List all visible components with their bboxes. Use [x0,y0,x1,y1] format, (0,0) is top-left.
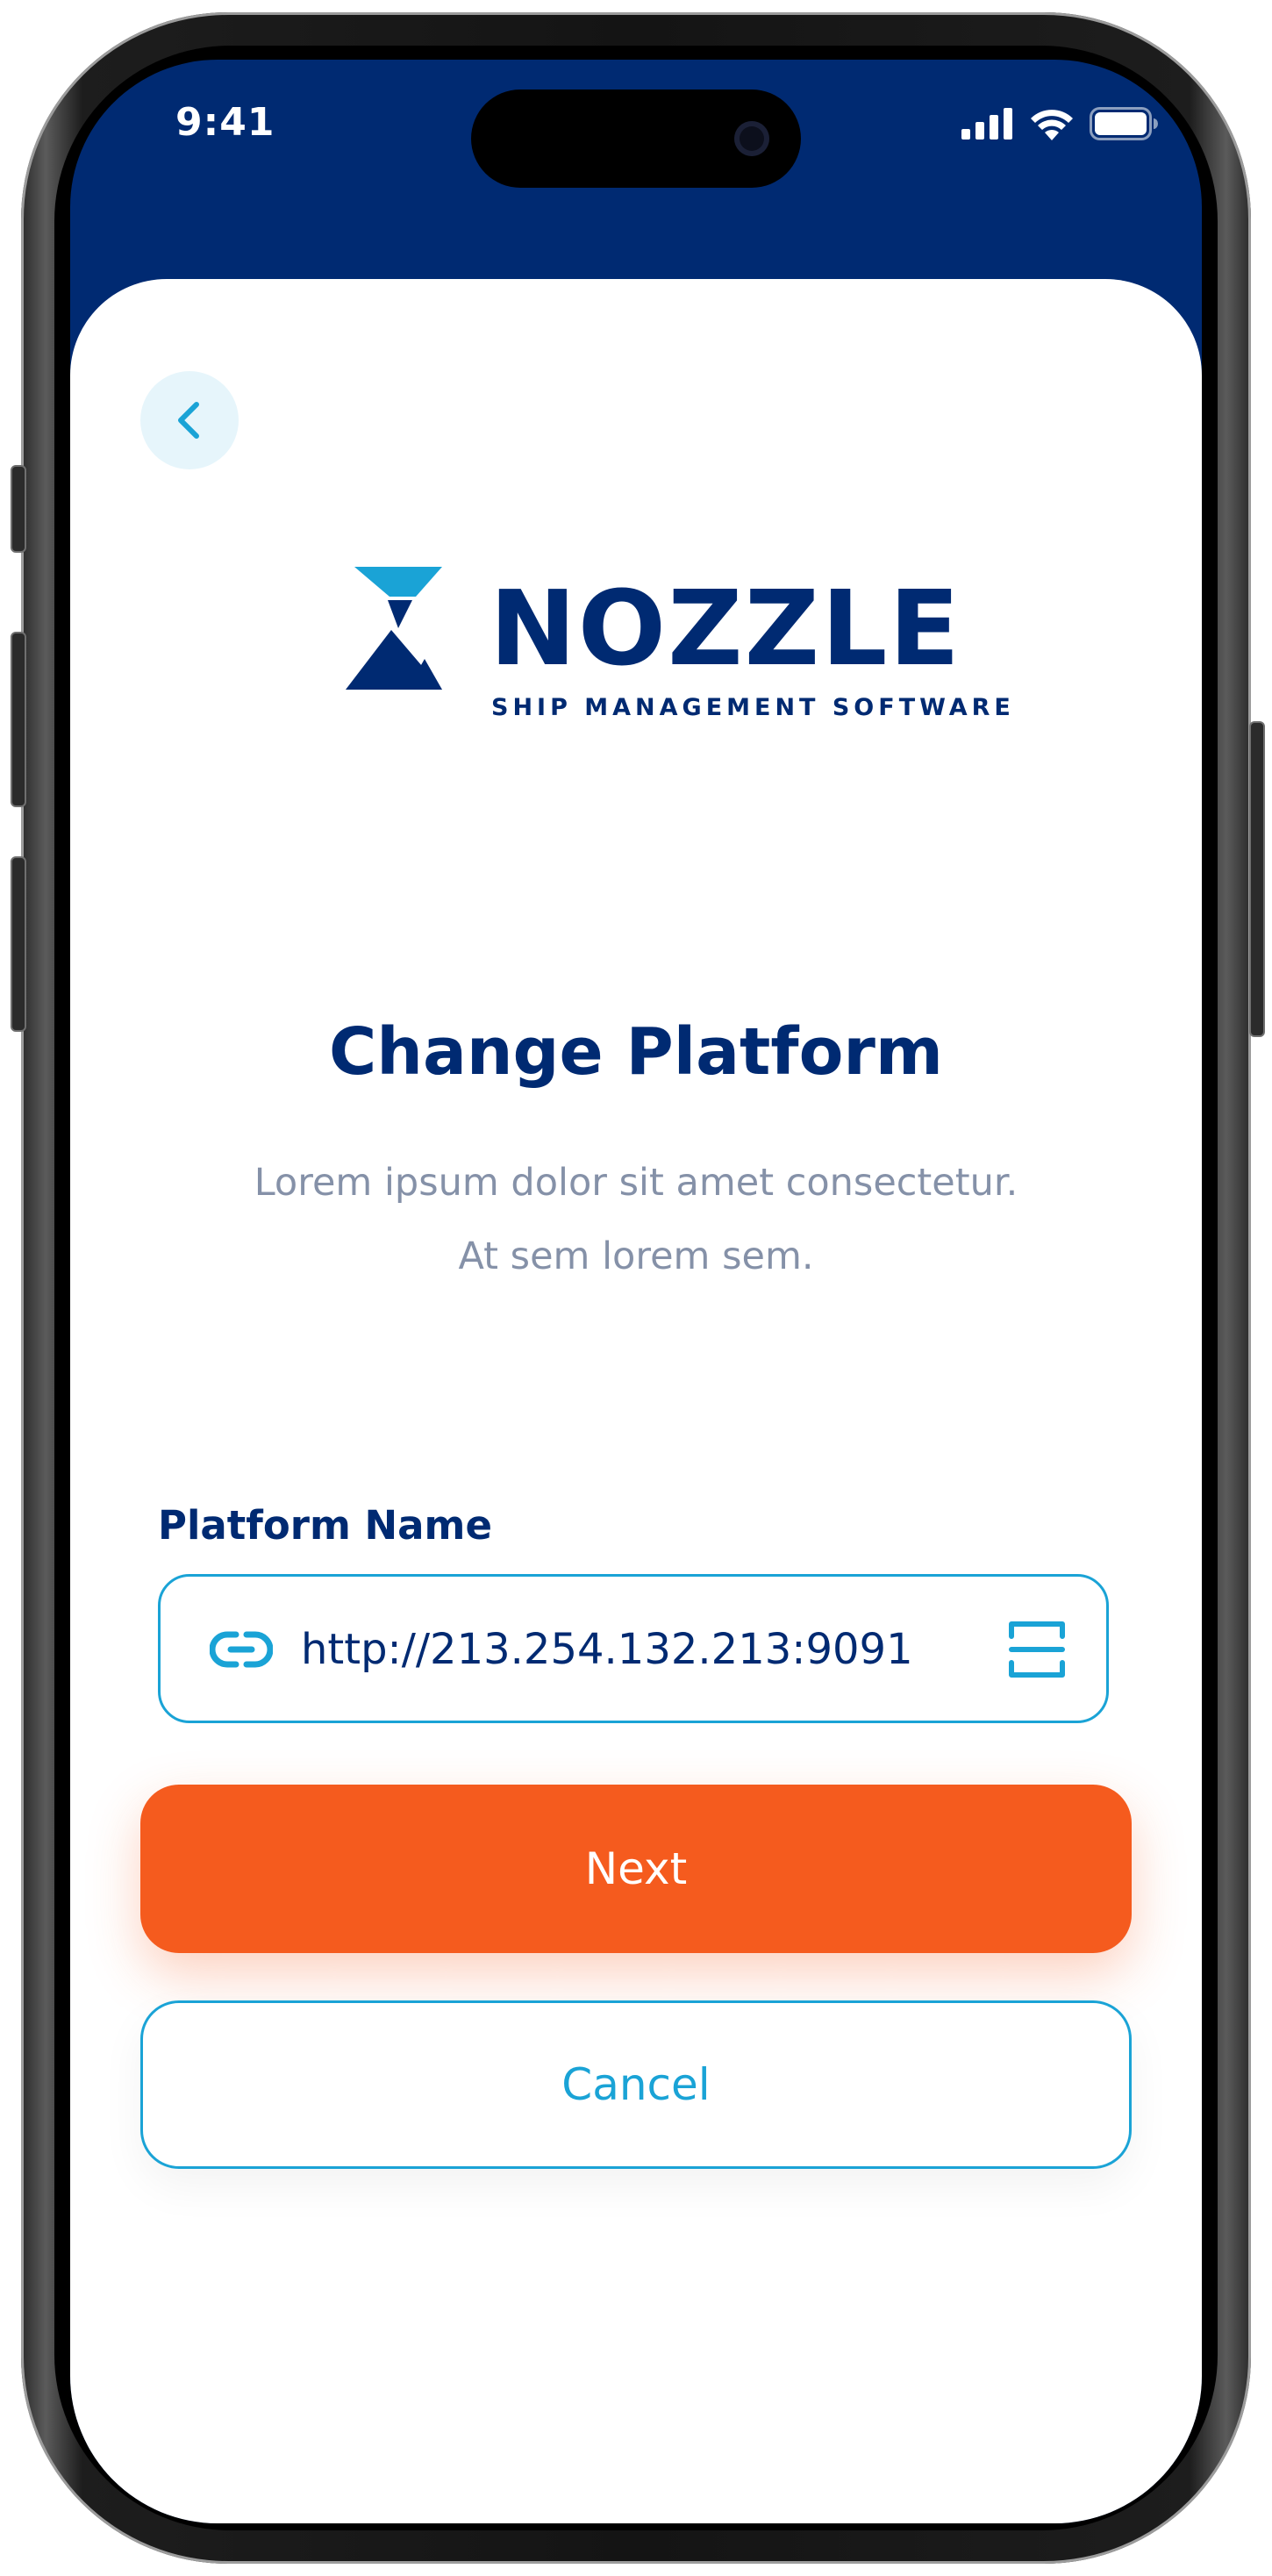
volume-down-button [11,856,26,1032]
platform-url-input[interactable] [299,1612,917,1687]
back-chevron-icon [178,402,199,439]
link-icon [210,1631,273,1668]
platform-name-field[interactable] [158,1574,1109,1723]
nozzle-logo: NOZZLE SHIP MANAGEMENT SOFTWARE [346,567,1011,733]
dynamic-island [471,89,801,188]
status-time: 9:41 [175,100,275,145]
logo-wordmark: NOZZLE [490,568,961,689]
wifi-icon [1031,110,1073,140]
page-title: Change Platform [328,1014,944,1090]
action-button [11,465,26,553]
cancel-button[interactable]: Cancel [140,2000,1132,2169]
status-icons [961,107,1160,140]
next-button[interactable]: Next [140,1785,1132,1953]
power-button [1249,721,1265,1037]
platform-name-label: Platform Name [158,1502,492,1549]
back-button[interactable] [140,371,239,469]
battery-icon [1090,107,1158,140]
signal-icon [961,108,1012,140]
camera-icon [734,121,769,156]
page-subtitle: Lorem ipsum dolor sit amet consectetur. … [254,1161,1018,1278]
volume-up-button [11,632,26,807]
phone-screen: 9:41 NOZZLE SHIP MANAGEMENT SOFTWARE Cha… [70,60,1202,2523]
nozzle-mark-icon [346,567,442,690]
scan-icon[interactable] [1008,1621,1066,1678]
logo-tagline: SHIP MANAGEMENT SOFTWARE [491,694,1015,721]
